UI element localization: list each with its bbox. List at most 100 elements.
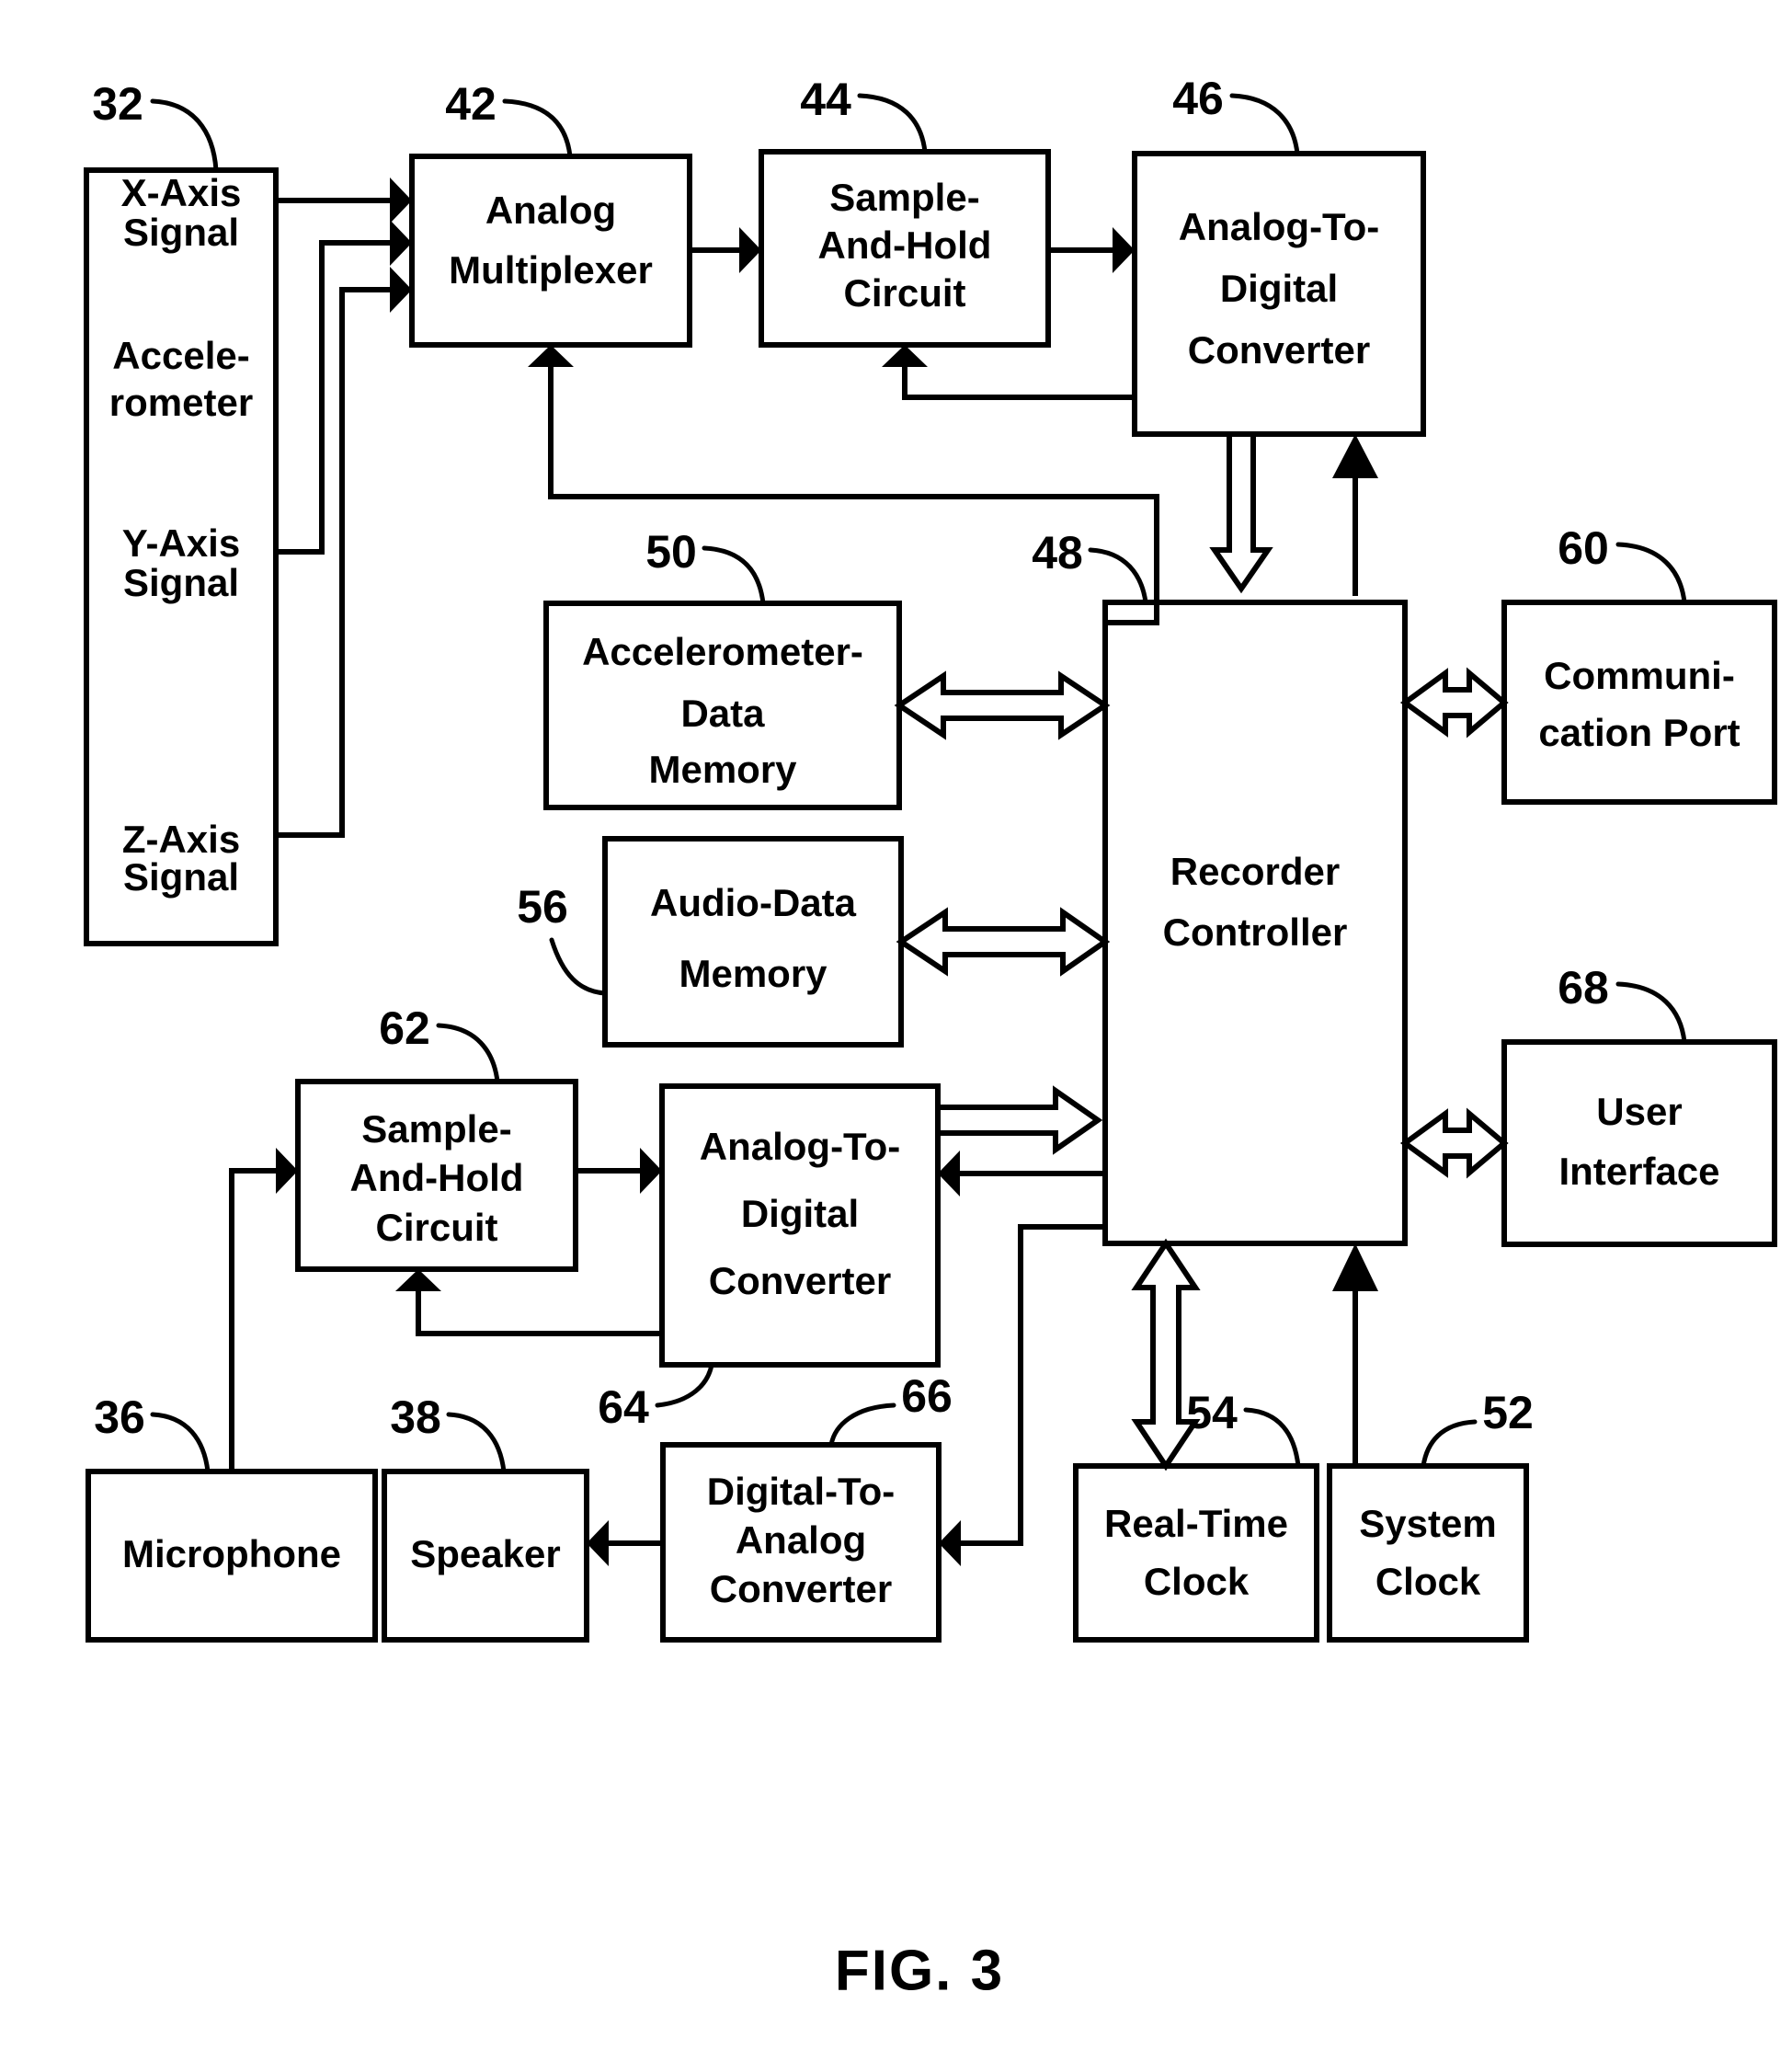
speaker-label: Speaker xyxy=(410,1532,560,1575)
leader-38 xyxy=(446,1412,507,1474)
leader-62 xyxy=(436,1023,500,1084)
refnum-42: 42 xyxy=(445,78,497,130)
sample-and-hold-accel-line3: Circuit xyxy=(843,271,965,315)
accelerometer-data-memory-line2: Data xyxy=(680,692,765,735)
system-clock-line2: Clock xyxy=(1375,1560,1481,1603)
analog-multiplexer-line2: Multiplexer xyxy=(449,248,653,292)
sample-and-hold-audio-line1: Sample- xyxy=(361,1107,511,1151)
figure-caption: FIG. 3 xyxy=(835,1939,1004,2002)
sample-and-hold-accel-line1: Sample- xyxy=(829,176,979,219)
refnum-50: 50 xyxy=(645,526,697,578)
bus-adc-accel-to-recorder-controller xyxy=(1209,431,1273,594)
wire-recorder-controller-to-multiplexer-control xyxy=(528,345,1159,625)
sample-and-hold-accel-line2: And-Hold xyxy=(818,223,992,267)
wire-system-clock-to-recorder-controller xyxy=(1332,1243,1378,1466)
bus-recorder-controller-to-communication-port xyxy=(1399,667,1509,739)
user-interface-line1: User xyxy=(1596,1090,1682,1133)
refnum-56: 56 xyxy=(517,881,568,933)
accelerometer-mid-line2: rometer xyxy=(109,381,253,424)
real-time-clock-line1: Real-Time xyxy=(1104,1502,1288,1545)
recorder-controller-line1: Recorder xyxy=(1170,850,1340,893)
audio-data-memory-line2: Memory xyxy=(679,952,828,995)
leader-32 xyxy=(150,98,219,173)
dac-audio-line2: Analog xyxy=(736,1518,866,1562)
accelerometer-y-line2: Signal xyxy=(123,561,239,604)
wire-recorder-controller-to-adc-accel xyxy=(1332,434,1378,596)
adc-audio-line2: Digital xyxy=(741,1192,859,1235)
refnum-60: 60 xyxy=(1558,522,1609,574)
refnum-54: 54 xyxy=(1186,1387,1238,1438)
bus-accel-memory-to-recorder-controller xyxy=(894,670,1111,740)
patent-figure: X-Axis Signal Accele- rometer Y-Axis Sig… xyxy=(0,0,1792,2061)
wire-adc-audio-to-sample-and-hold-audio-control xyxy=(395,1269,662,1336)
block-system-clock[interactable] xyxy=(1327,1463,1529,1643)
adc-audio-line3: Converter xyxy=(709,1259,891,1302)
wire-mux-to-sample-and-hold-accel xyxy=(690,227,761,273)
accelerometer-mid-line1: Accele- xyxy=(112,334,249,377)
block-user-interface[interactable] xyxy=(1501,1039,1777,1247)
leader-66 xyxy=(828,1403,896,1448)
accelerometer-x-line2: Signal xyxy=(123,211,239,254)
leader-44 xyxy=(857,93,928,155)
accelerometer-z-line1: Z-Axis xyxy=(122,818,240,861)
analog-multiplexer-line1: Analog xyxy=(485,189,616,232)
leader-54 xyxy=(1243,1407,1301,1469)
dac-audio-line1: Digital-To- xyxy=(707,1470,896,1513)
refnum-36: 36 xyxy=(94,1391,145,1443)
bus-recorder-controller-to-user-interface xyxy=(1399,1107,1509,1179)
leader-64 xyxy=(655,1362,714,1408)
microphone-label: Microphone xyxy=(122,1532,341,1575)
leader-36 xyxy=(150,1412,211,1474)
adc-audio-line1: Analog-To- xyxy=(700,1125,901,1168)
refnum-44: 44 xyxy=(800,74,851,125)
real-time-clock-line2: Clock xyxy=(1144,1560,1250,1603)
accelerometer-data-memory-line3: Memory xyxy=(648,748,797,791)
refnum-64: 64 xyxy=(598,1381,649,1433)
accelerometer-data-memory-line1: Accelerometer- xyxy=(582,630,863,673)
user-interface-line2: Interface xyxy=(1558,1150,1719,1193)
refnum-66: 66 xyxy=(901,1370,953,1422)
adc-accel-line1: Analog-To- xyxy=(1179,205,1380,248)
leader-60 xyxy=(1615,542,1687,605)
dac-audio-line3: Converter xyxy=(710,1567,892,1610)
block-real-time-clock[interactable] xyxy=(1073,1463,1319,1643)
wire-adc-accel-to-sample-and-hold-control xyxy=(882,345,1135,400)
wire-dac-to-speaker xyxy=(587,1520,663,1566)
system-clock-line1: System xyxy=(1359,1502,1496,1545)
leader-52 xyxy=(1421,1419,1478,1469)
adc-accel-line3: Converter xyxy=(1188,328,1370,372)
wire-microphone-to-sample-and-hold-audio xyxy=(229,1148,298,1471)
bus-adc-audio-to-recorder-controller xyxy=(935,1085,1103,1155)
leader-56 xyxy=(549,937,608,996)
sample-and-hold-audio-line3: Circuit xyxy=(375,1206,497,1249)
leader-46 xyxy=(1229,93,1300,156)
recorder-controller-line2: Controller xyxy=(1163,910,1348,954)
leader-48 xyxy=(1088,547,1148,605)
accelerometer-y-line1: Y-Axis xyxy=(122,521,240,565)
refnum-46: 46 xyxy=(1172,73,1224,124)
accelerometer-z-line2: Signal xyxy=(123,855,239,899)
refnum-32: 32 xyxy=(92,78,143,130)
block-diagram-svg: X-Axis Signal Accele- rometer Y-Axis Sig… xyxy=(84,73,1777,2002)
communication-port-line2: cation Port xyxy=(1538,711,1740,754)
refnum-62: 62 xyxy=(379,1002,430,1054)
wire-xaxis-to-mux xyxy=(276,177,412,223)
accelerometer-x-line1: X-Axis xyxy=(121,171,242,214)
audio-data-memory-line1: Audio-Data xyxy=(650,881,857,924)
refnum-52: 52 xyxy=(1482,1387,1534,1438)
wire-sample-and-hold-accel-to-adc-accel xyxy=(1048,227,1135,273)
adc-accel-line2: Digital xyxy=(1220,267,1338,310)
bus-audio-memory-to-recorder-controller xyxy=(896,907,1111,977)
block-communication-port[interactable] xyxy=(1501,600,1777,805)
leader-50 xyxy=(702,545,766,606)
sample-and-hold-audio-line2: And-Hold xyxy=(350,1156,524,1199)
communication-port-line1: Communi- xyxy=(1544,654,1735,697)
block-audio-data-memory[interactable] xyxy=(602,836,904,1048)
refnum-68: 68 xyxy=(1558,962,1609,1013)
wire-recorder-controller-to-adc-audio xyxy=(938,1151,1105,1197)
leader-68 xyxy=(1615,981,1687,1045)
wire-sample-and-hold-audio-to-adc-audio xyxy=(576,1148,662,1194)
refnum-48: 48 xyxy=(1032,527,1083,578)
leader-42 xyxy=(502,98,573,159)
refnum-38: 38 xyxy=(390,1391,441,1443)
